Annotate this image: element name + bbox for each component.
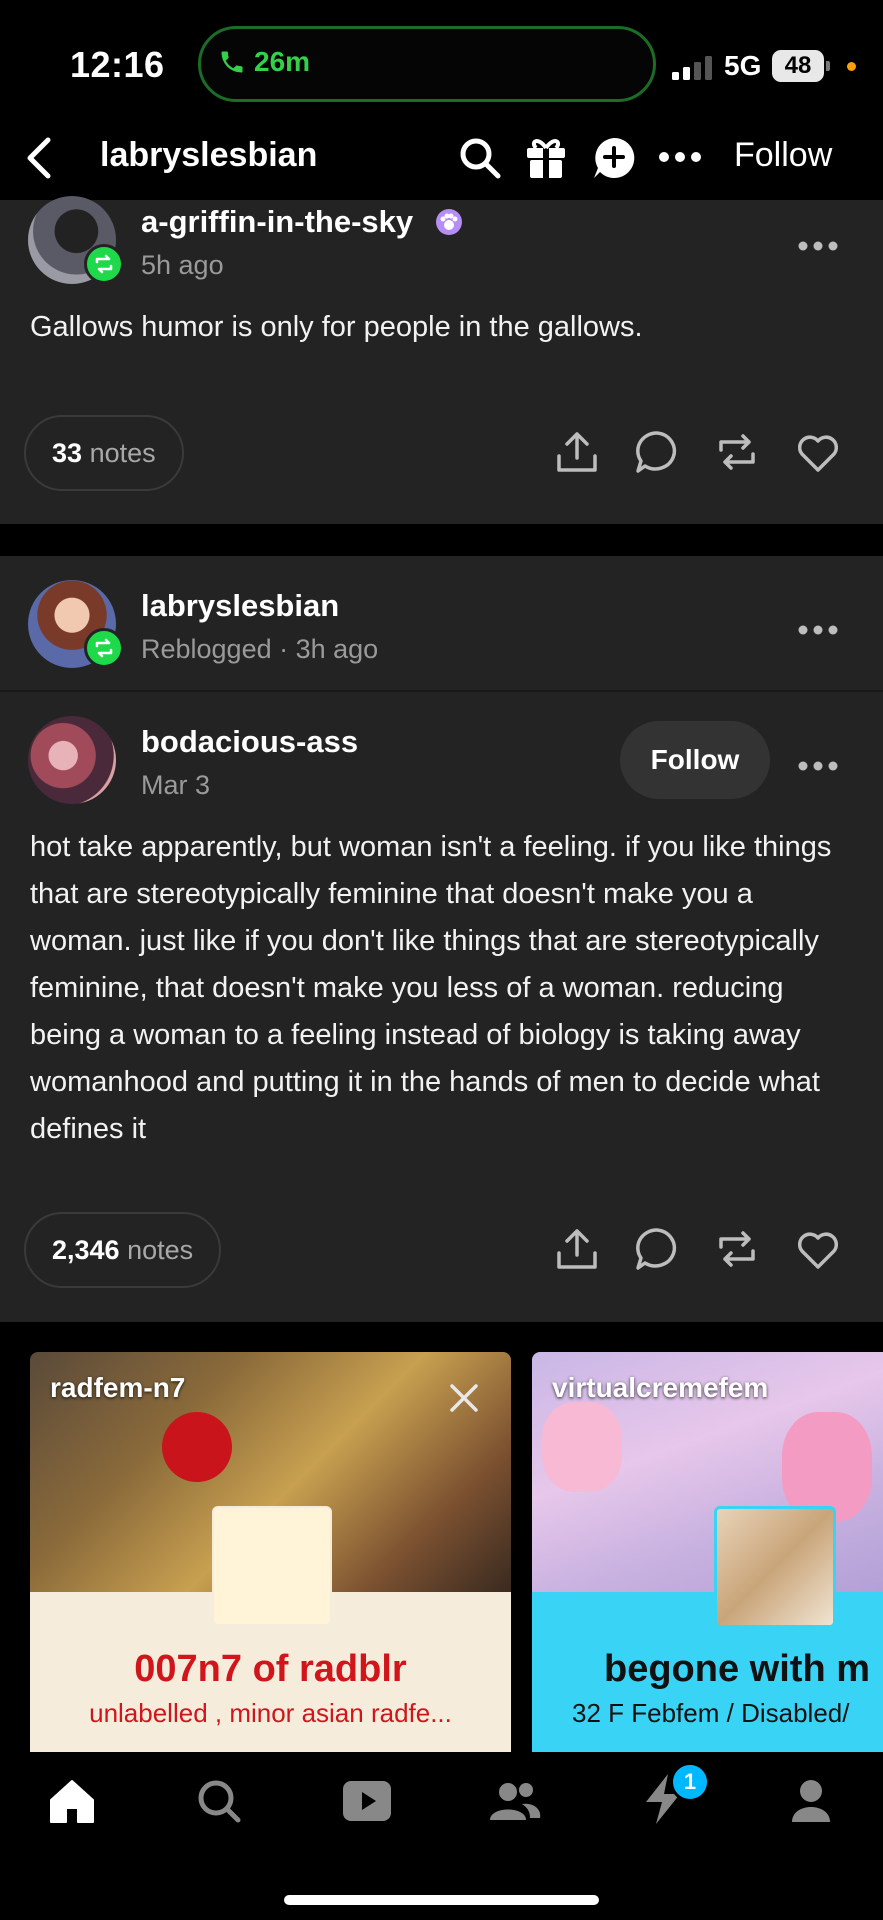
post-body: hot take apparently, but woman isn't a f… bbox=[30, 831, 832, 1145]
suggestion-name: virtualcremefem bbox=[552, 1372, 769, 1403]
video-icon[interactable] bbox=[342, 1780, 392, 1822]
close-icon[interactable] bbox=[448, 1382, 480, 1414]
reblog-icon bbox=[95, 254, 113, 274]
post-timestamp: 5h ago bbox=[141, 250, 224, 280]
chat-plus-icon[interactable] bbox=[592, 136, 636, 180]
account-icon[interactable] bbox=[790, 1778, 832, 1824]
like-icon[interactable] bbox=[794, 428, 842, 476]
divider bbox=[0, 690, 883, 692]
gift-icon[interactable] bbox=[524, 134, 568, 180]
like-icon[interactable] bbox=[794, 1225, 842, 1273]
reblog-icon bbox=[95, 638, 113, 658]
search-icon[interactable] bbox=[458, 136, 502, 180]
follow-button[interactable]: Follow bbox=[620, 721, 770, 799]
network-type: 5G bbox=[724, 50, 762, 81]
blog-suggestion-card[interactable]: radfem-n7 007n7 of radblr unlabelled , m… bbox=[30, 1352, 511, 1772]
post-menu-button[interactable] bbox=[798, 746, 838, 780]
blog-title: labryslesbian bbox=[100, 136, 318, 174]
avatar bbox=[212, 1506, 332, 1626]
reply-icon[interactable] bbox=[633, 1225, 681, 1273]
post-username[interactable]: a-griffin-in-the-sky bbox=[141, 204, 413, 240]
notes-count: 33 bbox=[52, 438, 83, 468]
suggestion-name: radfem-n7 bbox=[50, 1372, 186, 1403]
battery-indicator: 48 bbox=[772, 50, 824, 82]
notes-label: notes bbox=[89, 438, 156, 468]
community-icon[interactable] bbox=[488, 1778, 542, 1824]
more-icon bbox=[798, 241, 838, 251]
post-body: Gallows humor is only for people in the … bbox=[30, 311, 643, 343]
share-icon[interactable] bbox=[553, 428, 601, 476]
signal-icon bbox=[672, 56, 712, 80]
reblog-icon[interactable] bbox=[713, 428, 761, 476]
reblog-meta: Reblogged · 3h ago bbox=[141, 634, 379, 664]
activity-badge: 1 bbox=[670, 1762, 710, 1802]
notes-button[interactable]: 2,346 notes bbox=[24, 1212, 222, 1288]
avatar bbox=[714, 1506, 836, 1628]
reblog-badge bbox=[84, 628, 124, 668]
phone-icon bbox=[221, 51, 243, 73]
badge-icon bbox=[436, 209, 462, 235]
notes-label: notes bbox=[127, 1235, 194, 1265]
share-icon[interactable] bbox=[553, 1225, 601, 1273]
author-date: Mar 3 bbox=[141, 770, 211, 800]
more-icon bbox=[798, 761, 838, 771]
avatar[interactable] bbox=[28, 716, 116, 804]
more-icon[interactable] bbox=[658, 150, 702, 164]
privacy-dot bbox=[847, 62, 856, 71]
home-icon[interactable] bbox=[48, 1778, 96, 1824]
blog-suggestion-card[interactable]: virtualcremefem begone with m 32 F Febfe… bbox=[532, 1352, 883, 1772]
bunny-shape bbox=[542, 1402, 622, 1492]
reblog-badge bbox=[84, 244, 124, 284]
reply-icon[interactable] bbox=[633, 428, 681, 476]
suggestion-title: begone with m bbox=[604, 1648, 870, 1690]
back-icon[interactable] bbox=[24, 136, 54, 180]
suggestion-subtitle: 32 F Febfem / Disabled/ bbox=[572, 1698, 850, 1728]
explore-icon[interactable] bbox=[196, 1778, 242, 1824]
reblogger-username[interactable]: labryslesbian bbox=[141, 588, 339, 624]
author-username[interactable]: bodacious-ass bbox=[141, 724, 358, 760]
ketchup-shape bbox=[162, 1412, 232, 1482]
reblog-icon[interactable] bbox=[713, 1225, 761, 1273]
home-indicator[interactable] bbox=[284, 1895, 599, 1905]
notes-button[interactable]: 33 notes bbox=[24, 415, 184, 491]
post-menu-button[interactable] bbox=[798, 226, 838, 260]
battery-tip bbox=[826, 61, 830, 71]
suggestion-subtitle: unlabelled , minor asian radfe... bbox=[89, 1698, 452, 1728]
suggestion-title: 007n7 of radblr bbox=[134, 1648, 407, 1690]
call-duration: 26m bbox=[254, 46, 311, 77]
more-icon bbox=[798, 625, 838, 635]
header-follow-button[interactable]: Follow bbox=[734, 136, 832, 175]
status-time: 12:16 bbox=[70, 44, 165, 85]
notes-count: 2,346 bbox=[52, 1235, 120, 1265]
post-menu-button[interactable] bbox=[798, 610, 838, 644]
